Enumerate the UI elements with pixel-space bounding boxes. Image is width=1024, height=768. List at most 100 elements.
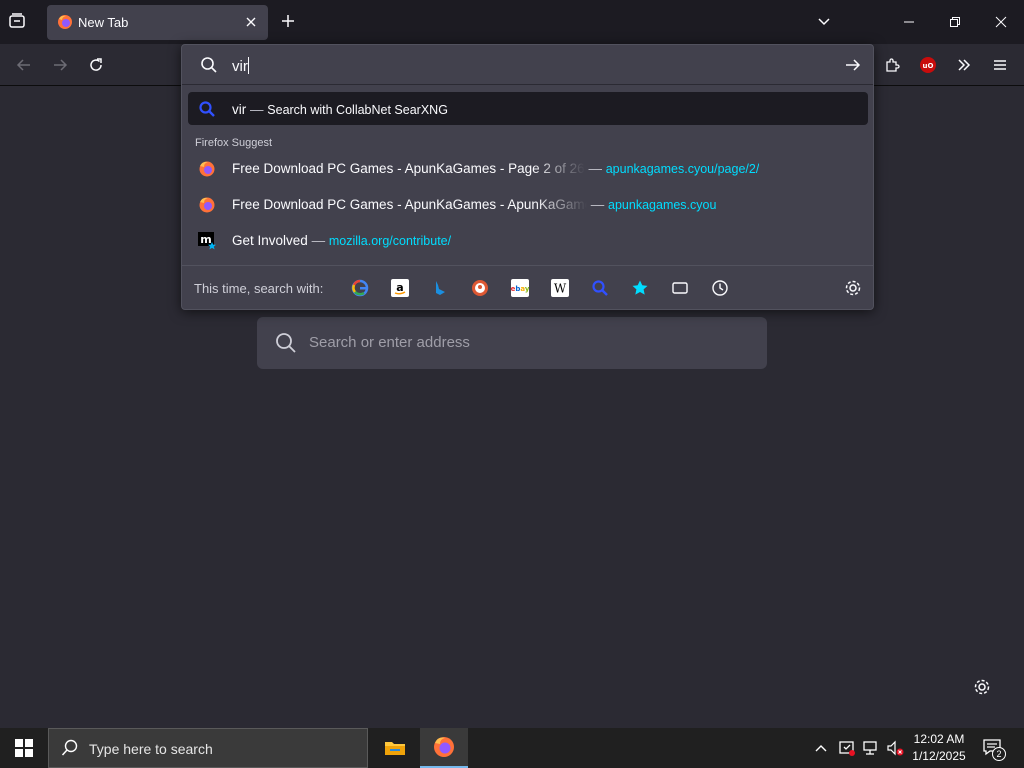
page-search-box[interactable]: Search or enter address bbox=[257, 317, 767, 369]
minimize-icon bbox=[904, 21, 914, 23]
suggestion-url: apunkagames.cyou/page/2/ bbox=[605, 162, 760, 176]
page-search-placeholder: Search or enter address bbox=[309, 334, 470, 351]
new-tab-button[interactable] bbox=[280, 13, 300, 33]
suggestion-row-2[interactable]: Free Download PC Games - ApunKaGames - A… bbox=[188, 188, 868, 221]
arrow-left-icon bbox=[16, 59, 30, 71]
search-one-offs: This time, search with: a ebay W bbox=[182, 265, 873, 310]
search-icon bbox=[276, 333, 296, 353]
security-tray-button[interactable] bbox=[838, 739, 856, 757]
suggestion-row-3[interactable]: m Get Involved — mozilla.org/contribute/ bbox=[188, 224, 868, 257]
windows-taskbar: Type here to search 12:02 AM 1/12/2025 2 bbox=[0, 728, 1024, 768]
title-bar: New Tab bbox=[0, 0, 1024, 44]
show-hidden-icons-button[interactable] bbox=[814, 741, 828, 755]
group-label: Firefox Suggest bbox=[195, 137, 273, 149]
reload-icon bbox=[90, 58, 102, 71]
svg-text:ebay: ebay bbox=[511, 285, 529, 293]
mozilla-bookmark-icon: m bbox=[198, 232, 216, 250]
volume-muted-icon bbox=[887, 740, 904, 756]
tab-new-tab[interactable]: New Tab bbox=[47, 5, 268, 40]
duckduckgo-icon[interactable] bbox=[470, 278, 490, 298]
searxng-icon bbox=[199, 101, 215, 117]
close-icon bbox=[995, 16, 1007, 28]
plus-icon bbox=[282, 15, 294, 27]
tab-overview-icon bbox=[9, 13, 25, 28]
urlbar-input-value: vir bbox=[232, 58, 248, 75]
search-settings-button[interactable] bbox=[843, 278, 863, 298]
extensions-button[interactable] bbox=[877, 51, 907, 79]
row-separator: — bbox=[250, 102, 264, 117]
ebay-icon[interactable]: ebay bbox=[510, 278, 530, 298]
personalize-button[interactable] bbox=[973, 678, 991, 696]
reload-button[interactable] bbox=[81, 51, 111, 79]
notifications-button[interactable]: 2 bbox=[982, 738, 1006, 761]
back-button[interactable] bbox=[9, 51, 39, 79]
suggestion-url: apunkagames.cyou bbox=[608, 198, 717, 212]
app-menu-button[interactable] bbox=[985, 51, 1015, 79]
defender-icon bbox=[839, 741, 855, 756]
text-caret bbox=[247, 57, 249, 74]
taskbar-search-box[interactable]: Type here to search bbox=[48, 728, 368, 768]
chevron-down-icon bbox=[818, 18, 830, 26]
arrow-right-icon bbox=[54, 59, 68, 71]
list-all-tabs-button[interactable] bbox=[816, 14, 832, 30]
clock-date: 1/12/2025 bbox=[912, 749, 966, 763]
tab-title: New Tab bbox=[78, 15, 129, 30]
network-tray-button[interactable] bbox=[862, 739, 880, 757]
restore-icon bbox=[950, 17, 960, 27]
folder-icon bbox=[385, 742, 405, 755]
history-icon[interactable] bbox=[710, 278, 730, 298]
firefox-icon bbox=[199, 161, 215, 177]
gear-icon bbox=[845, 280, 861, 296]
search-icon bbox=[61, 739, 78, 756]
windows-logo-icon bbox=[15, 739, 33, 757]
tab-overview-button[interactable] bbox=[8, 12, 32, 32]
notification-badge: 2 bbox=[992, 747, 1006, 761]
gear-icon bbox=[974, 679, 990, 695]
tabs-icon[interactable] bbox=[670, 278, 690, 298]
go-arrow-icon[interactable] bbox=[845, 57, 861, 73]
forward-button[interactable] bbox=[45, 51, 75, 79]
taskbar-search-placeholder: Type here to search bbox=[89, 741, 213, 757]
row-separator: — bbox=[590, 197, 605, 212]
suggestion-title: Free Download PC Games - ApunKaGames - A… bbox=[232, 197, 587, 212]
ublock-button[interactable]: uO bbox=[913, 51, 943, 79]
search-action: Search with CollabNet SearXNG bbox=[267, 103, 448, 117]
search-suggestion-row[interactable]: vir — Search with CollabNet SearXNG bbox=[188, 92, 868, 125]
searxng-icon[interactable] bbox=[590, 278, 610, 298]
file-explorer-button[interactable] bbox=[371, 728, 419, 768]
bookmarks-icon[interactable] bbox=[630, 278, 650, 298]
suggestion-row-1[interactable]: Free Download PC Games - ApunKaGames - P… bbox=[188, 152, 868, 185]
svg-text:W: W bbox=[554, 282, 567, 296]
suggestion-title: Get Involved bbox=[232, 233, 308, 248]
start-button[interactable] bbox=[0, 728, 48, 768]
firefox-icon bbox=[58, 15, 72, 29]
one-offs-label: This time, search with: bbox=[194, 281, 324, 296]
firefox-icon bbox=[434, 737, 454, 757]
clock-time: 12:02 AM bbox=[913, 732, 965, 746]
close-window-button[interactable] bbox=[978, 0, 1024, 44]
google-icon[interactable] bbox=[350, 278, 370, 298]
bing-icon[interactable] bbox=[430, 278, 450, 298]
row-separator: — bbox=[588, 161, 602, 176]
search-icon bbox=[201, 57, 217, 73]
firefox-taskbar-button[interactable] bbox=[420, 728, 468, 768]
clock[interactable]: 12:02 AM 1/12/2025 bbox=[906, 731, 972, 765]
volume-tray-button[interactable] bbox=[886, 739, 904, 757]
urlbar-dropdown: vir vir — Search with CollabNet SearXNG … bbox=[181, 44, 874, 310]
row-separator: — bbox=[311, 233, 326, 248]
network-icon bbox=[863, 741, 877, 755]
firefox-icon bbox=[199, 197, 215, 213]
urlbar-input[interactable]: vir bbox=[182, 45, 873, 85]
restore-button[interactable] bbox=[932, 0, 978, 44]
minimize-button[interactable] bbox=[886, 0, 932, 44]
more-tools-button[interactable] bbox=[949, 51, 979, 79]
amazon-icon[interactable]: a bbox=[390, 278, 410, 298]
svg-text:a: a bbox=[396, 281, 403, 294]
svg-text:m: m bbox=[200, 233, 211, 246]
chevron-double-right-icon bbox=[958, 59, 971, 71]
ublock-origin-icon: uO bbox=[920, 57, 936, 73]
hamburger-menu-icon bbox=[994, 60, 1006, 70]
wikipedia-icon[interactable]: W bbox=[550, 278, 570, 298]
close-tab-icon[interactable] bbox=[245, 16, 257, 28]
svg-text:uO: uO bbox=[923, 62, 934, 70]
